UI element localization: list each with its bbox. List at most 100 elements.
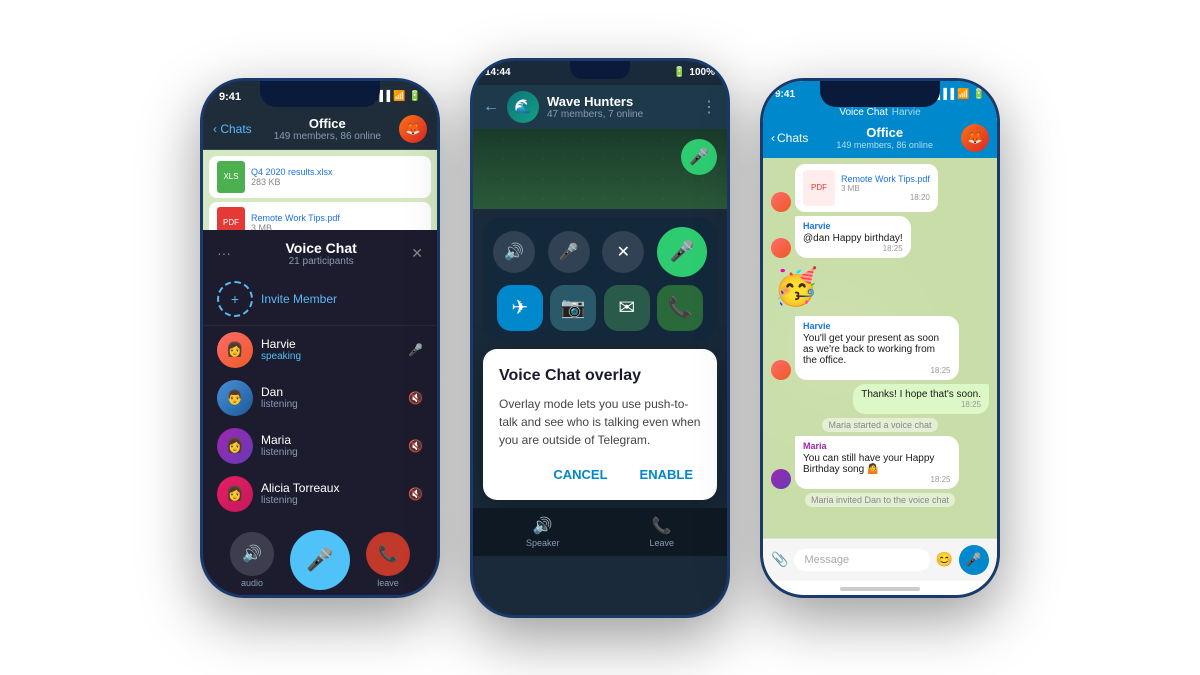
file-msg-row: PDF Remote Work Tips.pdf 3 MB 18:20 xyxy=(771,164,989,212)
mail-app-icon[interactable]: ✉ xyxy=(604,285,650,331)
voice-panel-header: ··· Voice Chat 21 participants ✕ xyxy=(203,230,437,273)
chat-header-info-1: Office 149 members, 86 online xyxy=(256,116,399,142)
birthday-msg-text: @dan Happy birthday! xyxy=(803,233,903,244)
file-card-2: PDF Remote Work Tips.pdf 3 MB xyxy=(209,202,431,230)
mic-off-icon-dan: 🔇 xyxy=(408,391,423,405)
telegram-app-icon[interactable]: ✈ xyxy=(497,285,543,331)
dialog-title: Voice Chat overlay xyxy=(499,367,701,385)
android-status-icons: 🔋 100% xyxy=(673,67,715,79)
participant-status-alicia: listening xyxy=(261,495,400,506)
participant-maria: 👩 Maria listening 🔇 xyxy=(203,422,437,470)
chat-subtitle-1: 149 members, 86 online xyxy=(256,131,399,142)
message-input[interactable]: Message xyxy=(794,549,929,571)
maria-msg: Maria You can still have your Happy Birt… xyxy=(795,436,959,489)
overlay-mic-btn[interactable]: 🎤 xyxy=(548,231,590,273)
participant-info-maria: Maria listening xyxy=(261,433,400,458)
voice-input-mic-btn[interactable]: 🎤 xyxy=(959,545,989,575)
enable-button[interactable]: ENABLE xyxy=(632,463,701,486)
overlay-close-btn[interactable]: ✕ xyxy=(602,231,644,273)
chat-title-1: Office xyxy=(256,116,399,131)
chat-avatar-1: 🦊 xyxy=(399,115,427,143)
android-group-avatar: 🌊 xyxy=(507,91,539,123)
audio-button[interactable]: 🔊 xyxy=(230,532,274,576)
overlay-controls-row: 🔊 🎤 ✕ 🎤 xyxy=(493,227,707,277)
participant-status-dan: listening xyxy=(261,399,400,410)
file-name-1: Q4 2020 results.xlsx xyxy=(251,167,333,177)
attachment-icon[interactable]: 📎 xyxy=(771,551,788,568)
back-label: Chats xyxy=(777,131,808,145)
file-size-2: 3 MB xyxy=(251,223,340,230)
android-more-icon[interactable]: ⋮ xyxy=(701,97,717,117)
wifi-icon: 📶 xyxy=(393,91,405,102)
invite-icon: + xyxy=(217,281,253,317)
phone-3-chat: 9:41 ▐▐▐ 📶 🔋 Voice Chat Harvie ‹ Chats O… xyxy=(760,78,1000,598)
file-info-2: Remote Work Tips.pdf 3 MB xyxy=(251,213,340,230)
participant-dan: 👨 Dan listening 🔇 xyxy=(203,374,437,422)
ios-time: 9:41 xyxy=(775,89,795,100)
birthday-msg-sender: Harvie xyxy=(803,221,903,231)
voice-chat-dialog: Voice Chat overlay Overlay mode lets you… xyxy=(483,349,717,500)
file-card-1: XLS Q4 2020 results.xlsx 283 KB xyxy=(209,156,431,198)
back-button-1[interactable]: ‹ Chats xyxy=(213,122,252,136)
participant-name-dan: Dan xyxy=(261,385,400,399)
birthday-sticker: 🥳 xyxy=(771,262,821,312)
overlay-active-mic-btn[interactable]: 🎤 xyxy=(657,227,707,277)
leave-btn-bottom[interactable]: 📞 Leave xyxy=(649,516,674,548)
android-back-button[interactable]: ← xyxy=(483,98,499,116)
participant-status-harvie: speaking xyxy=(261,351,400,362)
overlay-speaker-btn[interactable]: 🔊 xyxy=(493,231,535,273)
mute-button[interactable]: 🎤 xyxy=(290,530,350,590)
invite-member-row[interactable]: + Invite Member xyxy=(203,273,437,326)
message-placeholder: Message xyxy=(804,554,849,566)
voice-subtitle: 21 participants xyxy=(231,256,411,267)
ios-chat-header: ‹ Chats Office 149 members, 86 online 🦊 xyxy=(763,120,997,158)
mute-col: 🎤 xyxy=(290,530,350,590)
ios-header-info: Office 149 members, 86 online xyxy=(812,125,957,150)
options-icon[interactable]: ··· xyxy=(217,245,231,261)
phone-notch-2 xyxy=(570,61,630,79)
leave-label: leave xyxy=(377,578,399,588)
chat-header-1: ‹ Chats Office 149 members, 86 online 🦊 xyxy=(203,109,437,150)
thanks-msg-text: Thanks! I hope that's soon. xyxy=(861,389,981,400)
speaker-btn-bottom[interactable]: 🔊 Speaker xyxy=(526,516,560,548)
camera-app-icon[interactable]: 📷 xyxy=(550,285,596,331)
ios-battery-icon: 🔋 xyxy=(973,89,985,100)
voice-title: Voice Chat xyxy=(231,240,411,256)
leave-button[interactable]: 📞 xyxy=(366,532,410,576)
participant-name-maria: Maria xyxy=(261,433,400,447)
audio-col: 🔊 audio xyxy=(230,532,274,588)
voice-controls: 🔊 audio 🎤 📞 leave Unmute or hold and tal… xyxy=(203,518,437,595)
mic-off-icon-maria: 🔇 xyxy=(408,439,423,453)
floating-mic[interactable]: 🎤 xyxy=(681,139,717,175)
system-msg-2: Maria invited Dan to the voice chat xyxy=(805,493,955,507)
thanks-msg-time: 18:25 xyxy=(861,400,981,409)
cancel-button[interactable]: CANCEL xyxy=(545,463,615,486)
phone-app-icon[interactable]: 📞 xyxy=(657,285,703,331)
voice-panel: ··· Voice Chat 21 participants ✕ + Invit… xyxy=(203,230,437,595)
android-title: Wave Hunters 47 members, 7 online xyxy=(547,94,693,120)
phone-notch xyxy=(260,81,380,107)
speaker-label: Speaker xyxy=(526,538,560,548)
ios-back-button[interactable]: ‹ Chats xyxy=(771,131,808,145)
back-chevron: ‹ xyxy=(771,131,775,145)
msg-file-name: Remote Work Tips.pdf xyxy=(841,174,930,184)
participant-harvie: 👩 Harvie speaking 🎤 xyxy=(203,326,437,374)
android-time: 14:44 xyxy=(485,67,511,79)
ios-status-icons: ▐▐▐ 📶 🔋 xyxy=(933,89,985,100)
present-msg: Harvie You'll get your present as soon a… xyxy=(795,316,959,380)
avatar-file-sender xyxy=(771,192,791,212)
chat-preview-1: XLS Q4 2020 results.xlsx 283 KB PDF Remo… xyxy=(203,150,437,230)
ios-chat-subtitle: 149 members, 86 online xyxy=(812,140,957,150)
controls-row: 🔊 audio 🎤 📞 leave xyxy=(217,530,423,590)
mic-off-icon-alicia: 🔇 xyxy=(408,487,423,501)
android-chat-bg: 🎤 xyxy=(473,129,727,209)
avatar-maria-2 xyxy=(771,469,791,489)
voice-chat-indicator[interactable]: Voice Chat Harvie xyxy=(763,105,997,120)
android-group-name: Wave Hunters xyxy=(547,94,693,109)
participant-info-alicia: Alicia Torreaux listening xyxy=(261,481,400,506)
emoji-icon[interactable]: 😊 xyxy=(936,551,953,568)
file-size-1: 283 KB xyxy=(251,177,333,187)
close-icon[interactable]: ✕ xyxy=(411,245,423,262)
android-battery-pct: 100% xyxy=(689,67,715,78)
present-msg-sender: Harvie xyxy=(803,321,951,331)
